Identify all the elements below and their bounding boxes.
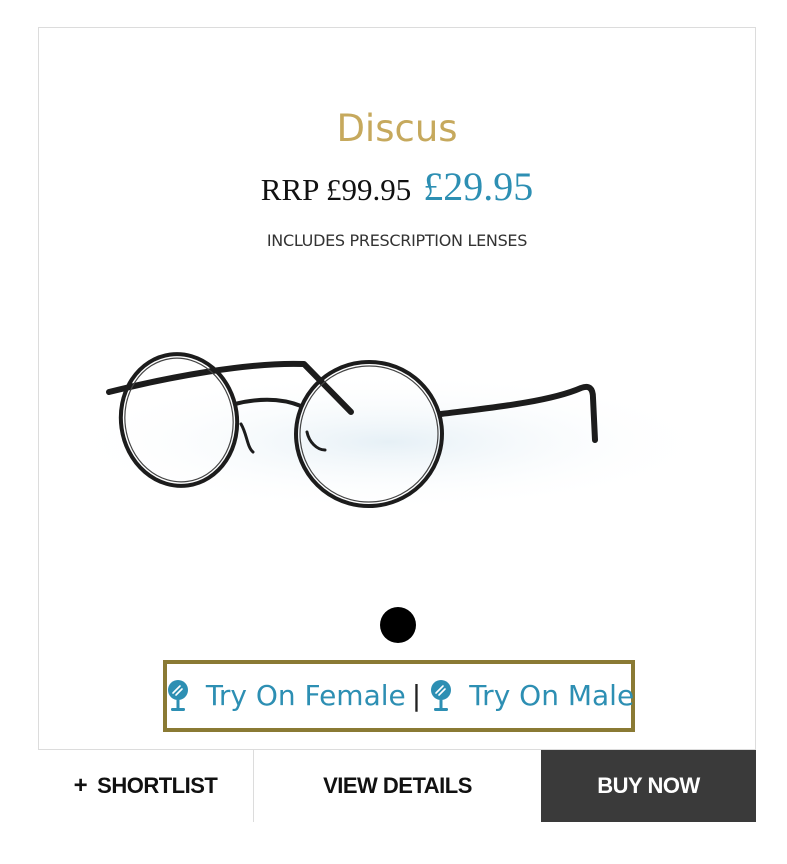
sale-price: £29.95 [423,164,534,209]
product-title[interactable]: Discus [39,106,755,152]
try-on-box: Try On Female | Try On Male [163,660,635,732]
mirror-icon [164,678,192,714]
try-on-female-link[interactable]: Try On Female [164,678,406,714]
buy-now-label: BUY NOW [597,773,700,798]
view-details-button[interactable]: VIEW DETAILS [254,750,541,822]
view-details-label: VIEW DETAILS [323,773,472,798]
plus-icon: + [73,772,88,799]
action-bar: + SHORTLIST VIEW DETAILS BUY NOW [38,749,756,822]
carousel-dot-active[interactable] [380,607,416,643]
shortlist-button[interactable]: + SHORTLIST [38,750,254,822]
mirror-icon [427,678,455,714]
try-on-female-label: Try On Female [205,679,406,712]
price-row: RRP £99.95 £29.95 [39,162,755,221]
rrp-price: RRP £99.95 [260,172,412,207]
product-image[interactable] [69,242,689,532]
try-on-male-link[interactable]: Try On Male [427,678,634,714]
shortlist-label: SHORTLIST [97,773,218,798]
buy-now-button[interactable]: BUY NOW [541,750,756,822]
try-on-male-label: Try On Male [469,679,635,712]
try-on-separator: | [411,679,422,712]
